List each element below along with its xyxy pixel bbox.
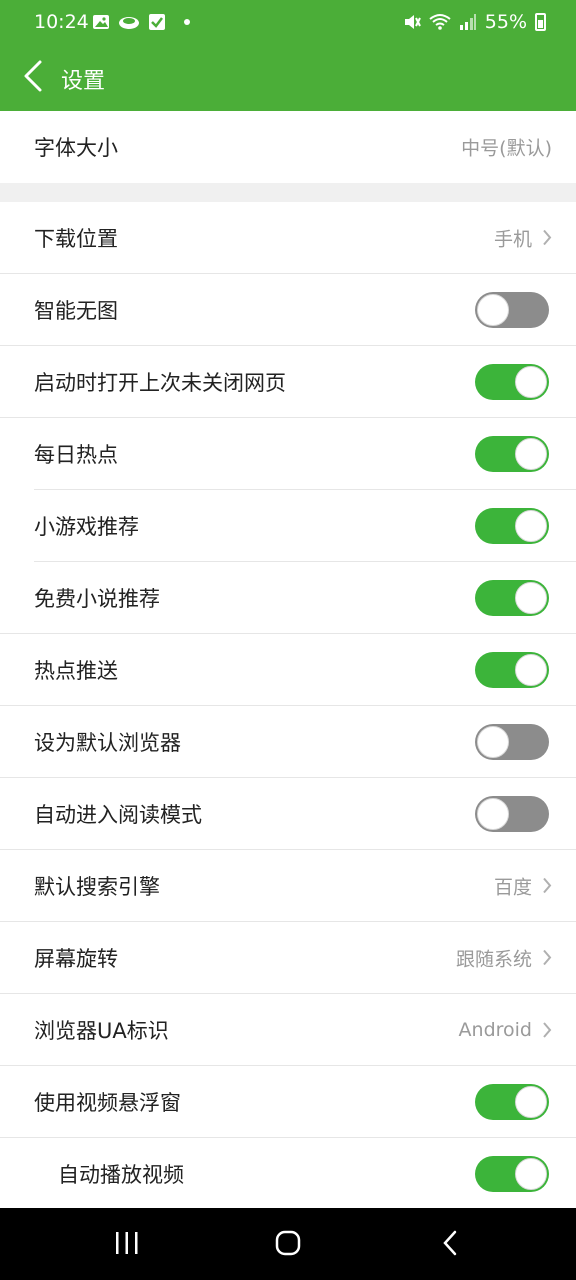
battery-icon xyxy=(535,13,546,31)
setting-label: 小游戏推荐 xyxy=(34,515,139,539)
back-button[interactable] xyxy=(16,56,52,96)
mini-games-toggle[interactable] xyxy=(475,508,549,544)
reading-mode-toggle[interactable] xyxy=(475,795,549,832)
status-time: 10:24 xyxy=(34,11,89,33)
recent-apps-button[interactable] xyxy=(107,1226,147,1260)
daily-hot-toggle[interactable] xyxy=(475,436,549,472)
chevron-right-icon xyxy=(543,1021,552,1038)
image-icon xyxy=(93,15,109,29)
setting-label: 下载位置 xyxy=(34,226,118,251)
system-navigation-bar xyxy=(0,1208,576,1280)
setting-value: 中号(默认) xyxy=(461,137,552,160)
toggle-knob xyxy=(515,1158,547,1190)
settings-list: 字体大小 中号(默认) 下载位置 手机 智能无图 启动时打开上次未关闭网页 每日… xyxy=(0,111,576,1210)
hot-push-toggle[interactable] xyxy=(475,651,549,688)
check-icon xyxy=(149,14,165,30)
chevron-right-icon xyxy=(543,877,552,894)
back-icon xyxy=(443,1230,457,1256)
default-browser-toggle[interactable] xyxy=(475,723,549,760)
cloud-icon xyxy=(119,17,139,29)
navigation-bar: 设置 xyxy=(0,46,576,111)
setting-reading-mode: 自动进入阅读模式 xyxy=(0,778,576,850)
signal-icon xyxy=(459,14,476,30)
toggle-knob xyxy=(477,725,509,758)
setting-label: 设为默认浏览器 xyxy=(34,730,181,755)
setting-label: 屏幕旋转 xyxy=(34,946,118,971)
system-back-button[interactable] xyxy=(430,1226,470,1260)
setting-hot-push: 热点推送 xyxy=(0,634,576,706)
setting-label: 启动时打开上次未关闭网页 xyxy=(34,370,286,395)
setting-restore-tabs: 启动时打开上次未关闭网页 xyxy=(0,346,576,418)
setting-label: 热点推送 xyxy=(34,658,118,683)
setting-free-novels: 免费小说推荐 xyxy=(0,562,576,634)
setting-label: 浏览器UA标识 xyxy=(34,1018,169,1043)
recent-apps-icon xyxy=(116,1232,138,1254)
setting-font-size[interactable]: 字体大小 中号(默认) xyxy=(0,111,576,183)
home-button[interactable] xyxy=(268,1226,308,1260)
chevron-right-icon xyxy=(543,949,552,966)
setting-label: 自动进入阅读模式 xyxy=(34,802,202,827)
setting-mini-games: 小游戏推荐 xyxy=(0,490,576,562)
setting-label: 智能无图 xyxy=(34,298,118,323)
home-icon xyxy=(275,1230,301,1256)
section-divider xyxy=(0,183,576,202)
smart-no-image-toggle[interactable] xyxy=(475,291,549,328)
mute-icon xyxy=(404,15,421,29)
setting-label: 免费小说推荐 xyxy=(34,586,160,611)
toggle-knob xyxy=(515,581,547,614)
setting-screen-rotation[interactable]: 屏幕旋转 跟随系统 xyxy=(0,922,576,994)
free-novels-toggle[interactable] xyxy=(475,579,549,616)
setting-search-engine[interactable]: 默认搜索引擎 百度 xyxy=(0,850,576,922)
setting-label: 每日热点 xyxy=(34,443,118,467)
toggle-knob xyxy=(515,510,547,542)
battery-percent: 55% xyxy=(484,11,527,33)
setting-value: 手机 xyxy=(493,228,532,250)
notification-dot-icon xyxy=(184,19,190,25)
toggle-knob xyxy=(477,797,509,830)
page-title: 设置 xyxy=(61,69,106,94)
toggle-knob xyxy=(515,1085,547,1118)
toggle-knob xyxy=(515,365,547,398)
toggle-knob xyxy=(515,438,547,470)
toggle-knob xyxy=(477,293,509,326)
setting-label: 使用视频悬浮窗 xyxy=(34,1090,181,1115)
setting-value: 百度 xyxy=(493,876,532,898)
autoplay-video-toggle[interactable] xyxy=(475,1156,549,1192)
video-float-toggle[interactable] xyxy=(475,1083,549,1120)
setting-download-location[interactable]: 下载位置 手机 xyxy=(0,202,576,274)
app-header: 10:24 55% 设置 xyxy=(0,0,576,111)
setting-video-float: 使用视频悬浮窗 xyxy=(0,1066,576,1138)
setting-daily-hot: 每日热点 xyxy=(0,418,576,490)
setting-default-browser: 设为默认浏览器 xyxy=(0,706,576,778)
status-bar: 10:24 55% xyxy=(0,0,576,46)
toggle-knob xyxy=(515,653,547,686)
setting-label: 默认搜索引擎 xyxy=(34,874,160,899)
setting-label: 自动播放视频 xyxy=(58,1163,184,1187)
setting-label: 字体大小 xyxy=(34,136,118,160)
chevron-right-icon xyxy=(543,229,552,246)
setting-smart-no-image: 智能无图 xyxy=(0,274,576,346)
setting-autoplay-video: 自动播放视频 xyxy=(0,1138,576,1210)
setting-value: Android xyxy=(458,1018,532,1041)
wifi-icon xyxy=(429,14,451,30)
setting-value: 跟随系统 xyxy=(455,948,532,970)
setting-browser-ua[interactable]: 浏览器UA标识 Android xyxy=(0,994,576,1066)
restore-tabs-toggle[interactable] xyxy=(475,363,549,400)
